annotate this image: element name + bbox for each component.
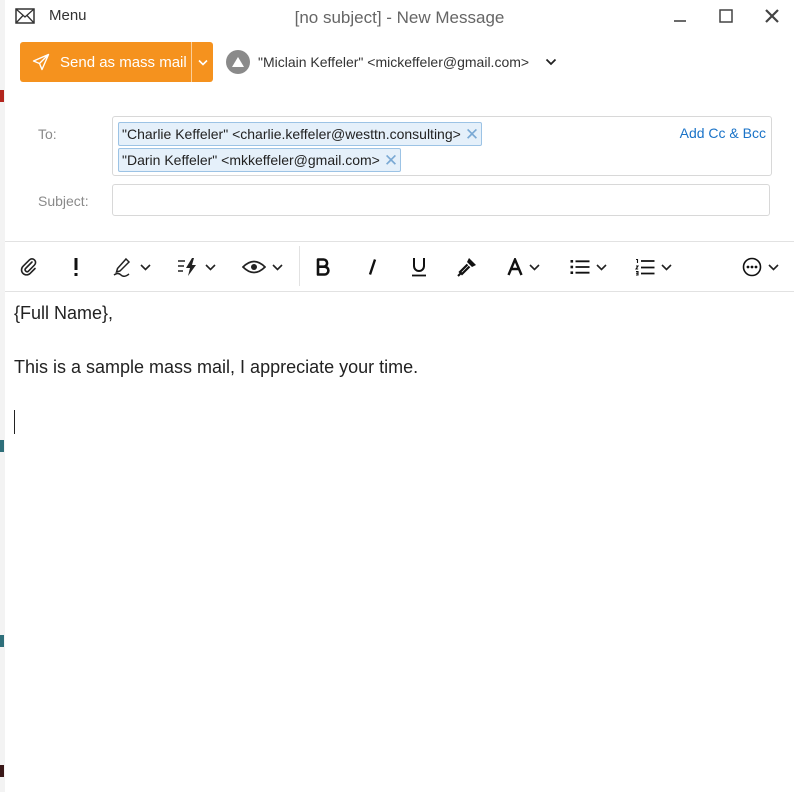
subject-input[interactable] — [112, 184, 770, 216]
send-button-label: Send as mass mail — [60, 53, 187, 71]
chevron-down-icon — [198, 59, 208, 66]
minimize-icon — [674, 20, 686, 22]
close-button[interactable] — [760, 4, 784, 28]
send-mass-mail-button[interactable]: Send as mass mail — [20, 42, 191, 82]
font-button[interactable] — [507, 255, 540, 279]
chevron-down-icon — [661, 263, 672, 271]
signature-icon — [113, 257, 131, 277]
chevron-down-icon — [529, 263, 540, 271]
body-line: {Full Name}, — [14, 303, 114, 323]
font-icon — [507, 258, 523, 276]
preview-button[interactable] — [242, 255, 283, 279]
chevron-down-icon — [272, 263, 283, 271]
send-icon — [32, 53, 50, 71]
quick-text-button[interactable] — [177, 255, 216, 279]
underline-button[interactable] — [411, 255, 427, 279]
bullet-list-icon — [570, 260, 590, 274]
title-bar: Menu [no subject] - New Message — [5, 0, 794, 34]
background-mark — [0, 765, 4, 777]
paperclip-icon — [20, 258, 37, 276]
from-account-selector[interactable]: "Miclain Keffeler" <mickeffeler@gmail.co… — [226, 50, 557, 74]
numbered-list-icon — [635, 258, 655, 276]
recipient-chip[interactable]: "Charlie Keffeler" <charlie.keffeler@wes… — [118, 122, 483, 146]
bullet-list-button[interactable] — [570, 255, 607, 279]
body-blank-line — [14, 327, 774, 354]
quick-text-icon — [178, 258, 196, 276]
maximize-button[interactable] — [714, 4, 738, 28]
to-field[interactable]: "Charlie Keffeler" <charlie.keffeler@wes… — [112, 116, 772, 176]
recipient-address: "Charlie Keffeler" <charlie.keffeler@wes… — [122, 126, 461, 142]
importance-button[interactable] — [73, 255, 79, 279]
bold-button[interactable] — [316, 255, 330, 279]
to-label: To: — [38, 126, 57, 142]
attach-button[interactable] — [20, 255, 38, 279]
background-mark — [0, 440, 4, 452]
more-options-button[interactable] — [742, 255, 779, 279]
italic-icon — [368, 259, 377, 275]
maximize-icon — [719, 9, 733, 23]
signature-button[interactable] — [112, 255, 151, 279]
chevron-down-icon — [768, 263, 779, 271]
format-painter-button[interactable] — [457, 255, 477, 279]
numbered-list-button[interactable] — [635, 255, 672, 279]
eye-icon — [242, 260, 266, 274]
background-mark — [0, 635, 4, 647]
remove-recipient-icon[interactable]: ✕ — [384, 152, 398, 169]
message-body[interactable]: {Full Name}, This is a sample mass mail,… — [14, 300, 774, 381]
importance-icon — [74, 258, 78, 276]
minimize-button[interactable] — [668, 4, 692, 28]
chevron-down-icon — [596, 263, 607, 271]
subject-label: Subject: — [38, 193, 89, 209]
toolbar-divider — [299, 246, 300, 286]
chevron-down-icon — [205, 263, 216, 271]
format-painter-icon — [457, 258, 476, 277]
account-avatar-icon — [226, 50, 250, 74]
chevron-down-icon — [545, 58, 557, 66]
background-mark — [0, 90, 4, 102]
bold-icon — [316, 258, 330, 276]
underline-icon — [412, 258, 426, 277]
from-address: "Miclain Keffeler" <mickeffeler@gmail.co… — [258, 54, 530, 70]
recipient-chip[interactable]: "Darin Keffeler" <mkkeffeler@gmail.com> … — [118, 148, 402, 172]
italic-button[interactable] — [366, 255, 378, 279]
formatting-toolbar — [5, 241, 794, 292]
chevron-down-icon — [140, 263, 151, 271]
compose-window: Menu [no subject] - New Message Send as … — [5, 0, 794, 792]
more-icon — [742, 257, 762, 277]
text-cursor — [14, 410, 15, 434]
body-line: This is a sample mass mail, I appreciate… — [14, 357, 419, 377]
add-cc-bcc-link[interactable]: Add Cc & Bcc — [680, 125, 766, 141]
send-options-dropdown[interactable] — [191, 42, 213, 82]
close-icon — [765, 9, 779, 23]
remove-recipient-icon[interactable]: ✕ — [465, 126, 479, 143]
send-button-group: Send as mass mail — [20, 42, 213, 82]
recipient-address: "Darin Keffeler" <mkkeffeler@gmail.com> — [122, 152, 380, 168]
